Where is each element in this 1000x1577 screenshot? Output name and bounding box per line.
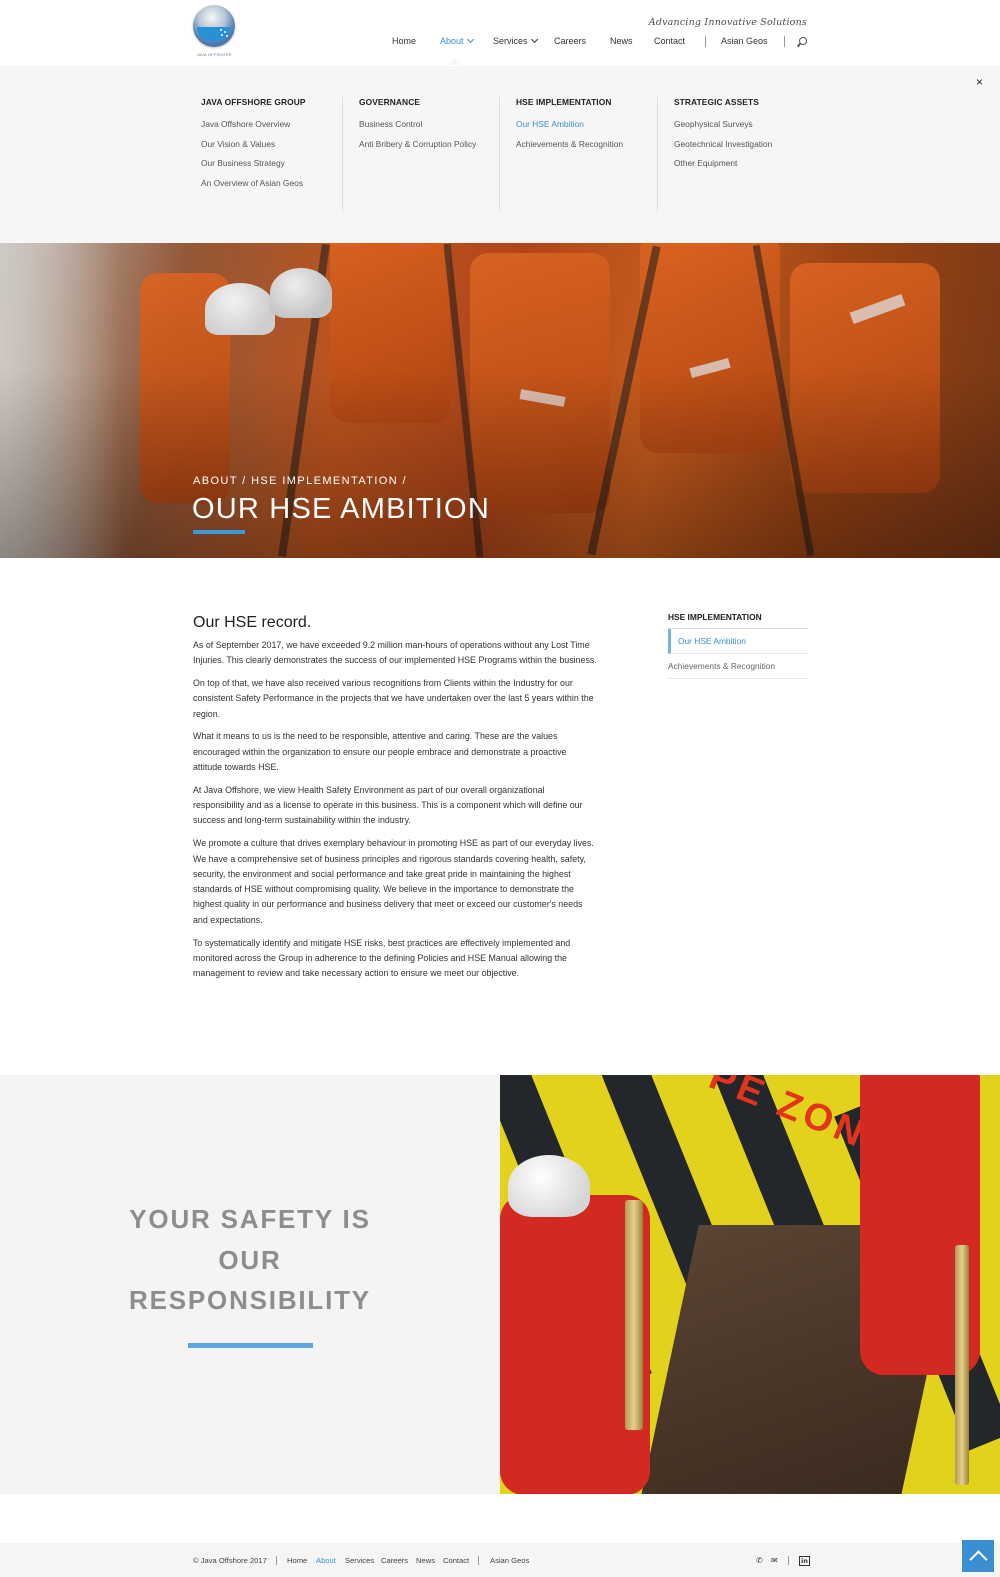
menu-divider bbox=[342, 97, 343, 211]
nav-services[interactable]: Services bbox=[493, 35, 538, 46]
footer-link-news[interactable]: News bbox=[416, 1556, 435, 1565]
site-header: JAVA OFFSHORE Advancing Innovative Solut… bbox=[0, 0, 1000, 66]
menu-column-governance: GOVERNANCE Business Control Anti Bribery… bbox=[359, 97, 509, 158]
nav-home[interactable]: Home bbox=[392, 36, 416, 46]
menu-link-selected[interactable]: Our HSE Ambition bbox=[516, 119, 666, 129]
nav-news[interactable]: News bbox=[610, 36, 633, 46]
sampling-tube bbox=[625, 1200, 643, 1430]
safety-headline: YOUR SAFETY IS OUR RESPONSIBILITY bbox=[129, 1204, 371, 1315]
menu-link[interactable]: Geotechnical Investigation bbox=[674, 139, 824, 149]
paragraph: We promote a culture that drives exempla… bbox=[193, 838, 594, 925]
close-icon[interactable]: × bbox=[976, 76, 983, 88]
menu-link[interactable]: An Overview of Asian Geos bbox=[201, 178, 351, 188]
sampling-tube bbox=[955, 1245, 969, 1485]
safety-band: YOUR SAFETY IS OUR RESPONSIBILITY PE ZON bbox=[0, 1075, 1000, 1494]
menu-column-hse-implementation: HSE IMPLEMENTATION Our HSE Ambition Achi… bbox=[516, 97, 666, 158]
footer-link-asian-geos[interactable]: Asian Geos bbox=[490, 1556, 529, 1565]
footer-link-home[interactable]: Home bbox=[287, 1556, 307, 1565]
nav-asian-geos[interactable]: Asian Geos bbox=[721, 36, 768, 46]
menu-link[interactable]: Other Equipment bbox=[674, 158, 824, 168]
safety-accent-bar bbox=[188, 1343, 313, 1348]
hard-hat-image bbox=[508, 1155, 590, 1217]
nav-careers[interactable]: Careers bbox=[554, 36, 586, 46]
footer-link-contact[interactable]: Contact bbox=[443, 1556, 469, 1565]
menu-link[interactable]: Achievements & Recognition bbox=[516, 139, 666, 149]
site-footer: © Java Offshore 2017 Home About Services… bbox=[0, 1543, 1000, 1577]
safety-photo: PE ZON bbox=[500, 1075, 1000, 1494]
linkedin-icon[interactable]: in bbox=[799, 1556, 810, 1566]
sidebar-item-our-hse-ambition[interactable]: Our HSE Ambition bbox=[668, 629, 808, 654]
nav-divider bbox=[705, 36, 706, 47]
phone-icon[interactable]: ✆ bbox=[756, 1556, 763, 1565]
menu-column-heading: GOVERNANCE bbox=[359, 97, 421, 107]
breadcrumb[interactable]: ABOUT / HSE IMPLEMENTATION / bbox=[193, 475, 407, 487]
title-accent-bar bbox=[193, 530, 245, 534]
menu-link[interactable]: Business Control bbox=[359, 119, 509, 129]
mail-icon[interactable]: ✉ bbox=[771, 1556, 778, 1565]
main-content: Our HSE record. As of September 2017, we… bbox=[193, 614, 598, 989]
back-to-top-icon[interactable] bbox=[962, 1540, 994, 1572]
menu-column-heading: STRATEGIC ASSETS bbox=[674, 97, 759, 107]
tagline: Advancing Innovative Solutions bbox=[648, 17, 807, 28]
section-heading: Our HSE record. bbox=[193, 614, 312, 631]
menu-link[interactable]: Our Vision & Values bbox=[201, 139, 351, 149]
menu-link[interactable]: Our Business Strategy bbox=[201, 158, 351, 168]
nav-contact[interactable]: Contact bbox=[654, 36, 685, 46]
menu-link[interactable]: Anti Bribery & Corruption Policy bbox=[359, 139, 509, 149]
menu-column-heading: HSE IMPLEMENTATION bbox=[516, 97, 612, 107]
page-title: OUR HSE AMBITION bbox=[192, 493, 490, 525]
menu-divider bbox=[657, 97, 658, 211]
search-icon[interactable] bbox=[797, 37, 807, 47]
menu-link[interactable]: Geophysical Surveys bbox=[674, 119, 824, 129]
paragraph: At Java Offshore, we view Health Safety … bbox=[193, 784, 583, 826]
paragraph: On top of that, we have also received va… bbox=[193, 678, 594, 719]
paragraph: As of September 2017, we have exceeded 9… bbox=[193, 640, 597, 666]
footer-link-about[interactable]: About bbox=[316, 1556, 336, 1565]
copyright: © Java Offshore 2017 bbox=[193, 1556, 267, 1565]
menu-column-strategic-assets: STRATEGIC ASSETS Geophysical Surveys Geo… bbox=[674, 97, 824, 178]
sidebar-heading: HSE IMPLEMENTATION bbox=[668, 612, 808, 629]
paragraph: What it means to us is the need to be re… bbox=[193, 731, 567, 773]
nav-about[interactable]: About bbox=[440, 35, 474, 46]
sidebar-nav: HSE IMPLEMENTATION Our HSE Ambition Achi… bbox=[668, 612, 808, 679]
logo-globe-icon[interactable] bbox=[193, 5, 235, 47]
hero-banner: ABOUT / HSE IMPLEMENTATION / OUR HSE AMB… bbox=[0, 243, 1000, 558]
menu-divider bbox=[499, 97, 500, 211]
nav-divider bbox=[784, 36, 785, 47]
sidebar-item-achievements[interactable]: Achievements & Recognition bbox=[668, 654, 808, 679]
safety-message-panel: YOUR SAFETY IS OUR RESPONSIBILITY bbox=[0, 1075, 500, 1494]
menu-caret bbox=[448, 58, 462, 65]
logo-text: JAVA OFFSHORE bbox=[196, 52, 232, 57]
menu-column-heading: JAVA OFFSHORE GROUP bbox=[201, 97, 306, 107]
paragraph: To systematically identify and mitigate … bbox=[193, 937, 571, 979]
menu-column-java-offshore-group: JAVA OFFSHORE GROUP Java Offshore Overvi… bbox=[201, 97, 351, 197]
about-mega-menu: × JAVA OFFSHORE GROUP Java Offshore Over… bbox=[0, 66, 1000, 243]
chevron-down-icon bbox=[530, 35, 538, 44]
footer-link-services[interactable]: Services bbox=[345, 1556, 374, 1565]
footer-link-careers[interactable]: Careers bbox=[381, 1556, 408, 1565]
menu-link[interactable]: Java Offshore Overview bbox=[201, 119, 351, 129]
chevron-down-icon bbox=[466, 35, 474, 44]
